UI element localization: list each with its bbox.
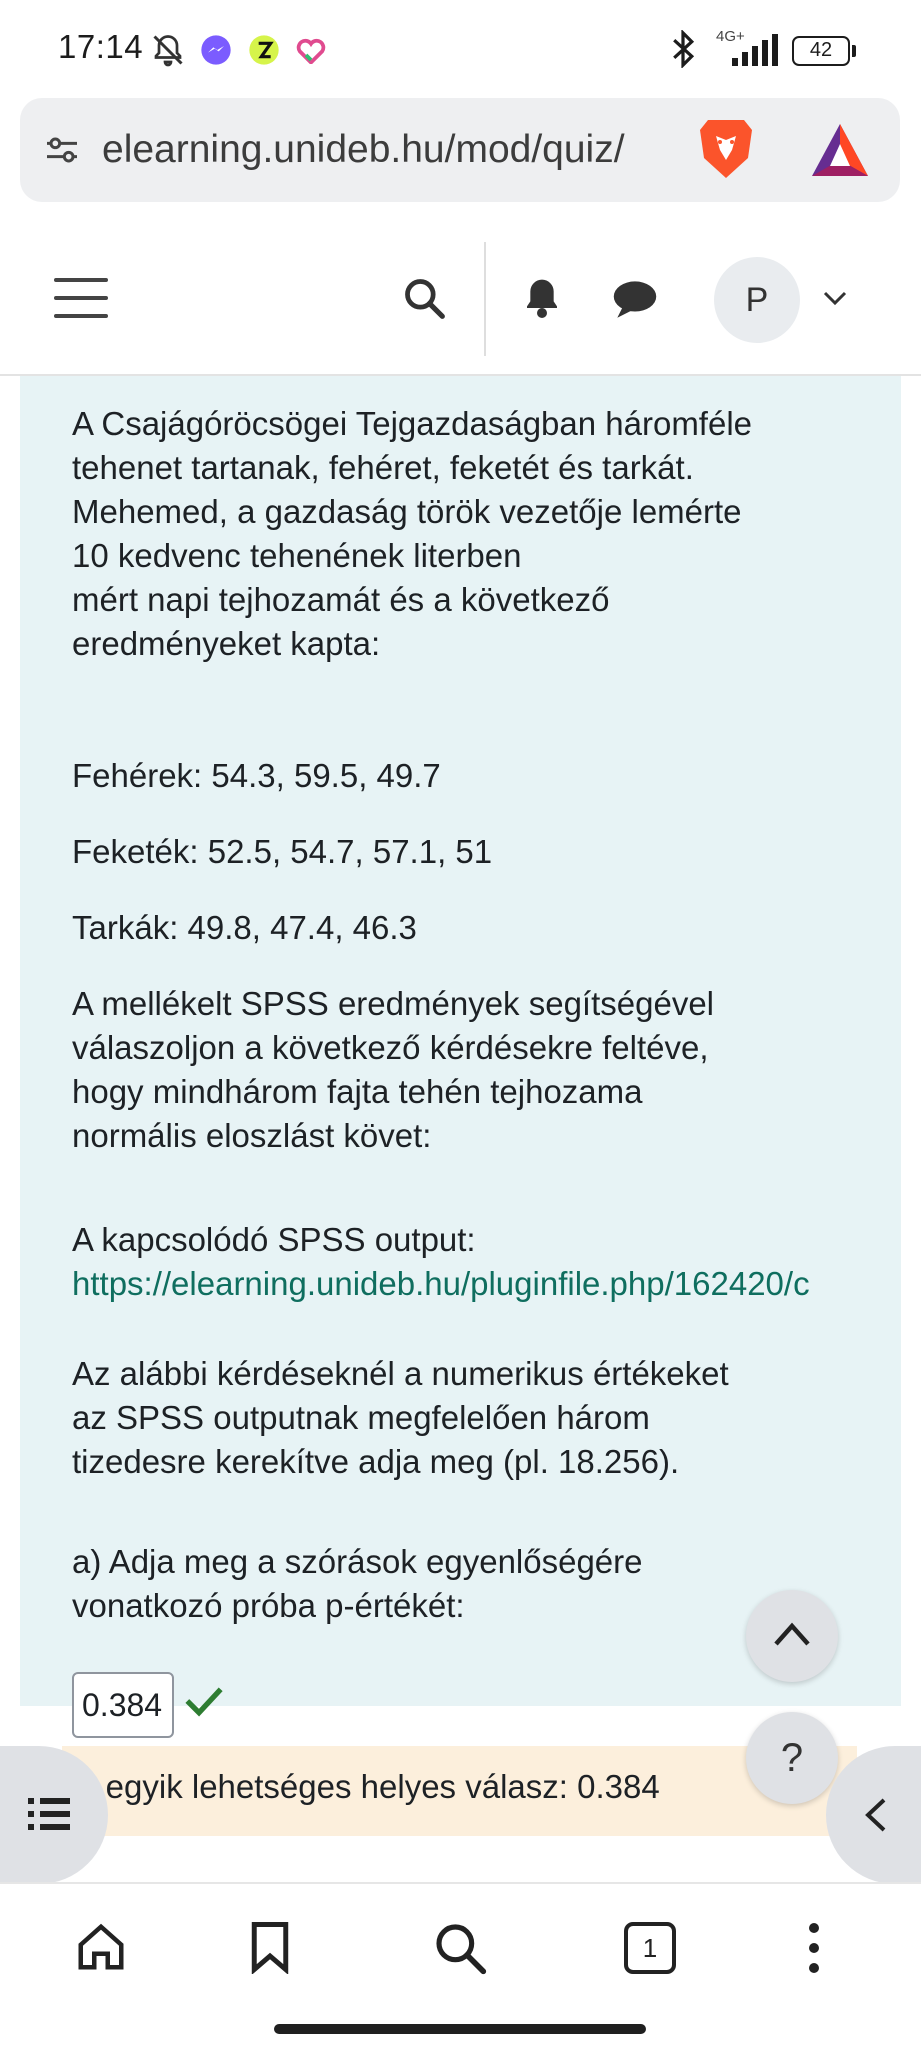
help-button[interactable]: ? <box>746 1712 838 1804</box>
instruction-line: normális eloszlást követ: <box>72 1117 432 1154</box>
url-text[interactable]: elearning.unideb.hu/mod/quiz/ <box>102 128 692 172</box>
answer-input[interactable]: 0.384 <box>72 1672 174 1738</box>
nav-divider <box>484 242 486 356</box>
intro-line: 10 kedvenc tehenének literben <box>72 537 522 574</box>
status-time: 17:14 <box>58 28 144 65</box>
intro-line: A Csajágóröcsögei Tejgazdaságban háromfé… <box>72 405 753 442</box>
correct-check-icon <box>185 1687 223 1717</box>
messages-icon[interactable] <box>612 280 658 320</box>
intro-line: Mehemed, a gazdaság török vezetője lemér… <box>72 493 742 530</box>
status-bar: 17:14 4G+ 42 <box>0 0 921 100</box>
battery-level: 42 <box>809 39 833 61</box>
messenger-icon <box>201 35 231 65</box>
address-bar[interactable]: elearning.unideb.hu/mod/quiz/ <box>20 98 900 202</box>
mute-icon <box>153 35 183 67</box>
notifications-bell-icon[interactable] <box>522 276 562 320</box>
instruction-line: válaszoljon a következő kérdésekre felté… <box>72 1029 709 1066</box>
rounding-line: az SPSS outputnak megfelelően három <box>72 1399 650 1436</box>
rounding-instructions: Az alábbi kérdéseknél a numerikus értéke… <box>72 1352 902 1484</box>
spss-label: A kapcsolódó SPSS output: <box>72 1221 476 1258</box>
gesture-home-indicator <box>274 2024 646 2034</box>
part-a-line: vonatkozó próba p-értékét: <box>72 1587 465 1624</box>
drawer-collapse-icon <box>865 1798 886 1832</box>
question-intro: A Csajágóröcsögei Tejgazdaságban háromfé… <box>72 402 902 666</box>
battery-tip <box>852 45 856 57</box>
spss-output-link[interactable]: https://elearning.unideb.hu/pluginfile.p… <box>72 1265 810 1302</box>
brave-shields-icon[interactable] <box>696 116 756 182</box>
site-settings-icon[interactable] <box>42 130 82 170</box>
scroll-up-icon <box>774 1622 810 1646</box>
tabs-icon[interactable]: 1 <box>624 1922 676 1974</box>
search-icon[interactable] <box>402 276 446 320</box>
signal-icon <box>732 34 778 66</box>
intro-line: eredményeket kapta: <box>72 625 381 662</box>
spss-section: A kapcsolódó SPSS output: https://elearn… <box>72 1218 902 1306</box>
app-icon <box>249 35 279 65</box>
question-instruction: A mellékelt SPSS eredmények segítségével… <box>72 982 902 1158</box>
rounding-line: tizedesre kerekítve adja meg (pl. 18.256… <box>72 1443 680 1480</box>
drawer-index-icon <box>28 1798 70 1830</box>
intro-line: mért napi tejhozamát és a következő <box>72 581 610 618</box>
feedback-text: z egyik lehetséges helyes válasz: 0.384 <box>80 1768 660 1805</box>
site-navbar: P <box>0 222 921 376</box>
brave-rewards-icon[interactable] <box>810 122 870 178</box>
instruction-line: A mellékelt SPSS eredmények segítségével <box>72 985 715 1022</box>
bookmark-icon[interactable] <box>248 1920 292 1974</box>
chevron-down-icon[interactable] <box>822 288 848 308</box>
more-menu-icon[interactable] <box>806 1922 822 1974</box>
bluetooth-icon <box>673 30 695 68</box>
search-icon[interactable] <box>432 1920 488 1976</box>
instruction-line: hogy mindhárom fajta tehén tejhozama <box>72 1073 643 1110</box>
home-icon[interactable] <box>74 1920 128 1974</box>
part-a-line: a) Adja meg a szórások egyenlőségére <box>72 1543 643 1580</box>
hamburger-menu-icon[interactable] <box>54 276 108 320</box>
correct-answer-feedback: z egyik lehetséges helyes válasz: 0.384 <box>62 1746 857 1836</box>
intro-line: tehenet tartanak, fehéret, feketét és ta… <box>72 449 694 486</box>
heart-icon <box>296 38 326 64</box>
browser-bottom-toolbar: 1 <box>0 1882 921 2048</box>
help-icon: ? <box>780 1736 804 1780</box>
battery-icon: 42 <box>792 36 850 66</box>
group-black: Feketék: 52.5, 54.7, 57.1, 51 <box>72 833 493 870</box>
rounding-line: Az alábbi kérdéseknél a numerikus értéke… <box>72 1355 729 1392</box>
question-panel: A Csajágóröcsögei Tejgazdaságban háromfé… <box>20 376 902 1738</box>
scroll-up-button[interactable] <box>746 1590 838 1682</box>
group-white: Fehérek: 54.3, 59.5, 49.7 <box>72 757 441 794</box>
user-avatar[interactable]: P <box>714 257 800 343</box>
group-spotted: Tarkák: 49.8, 47.4, 46.3 <box>72 909 417 946</box>
